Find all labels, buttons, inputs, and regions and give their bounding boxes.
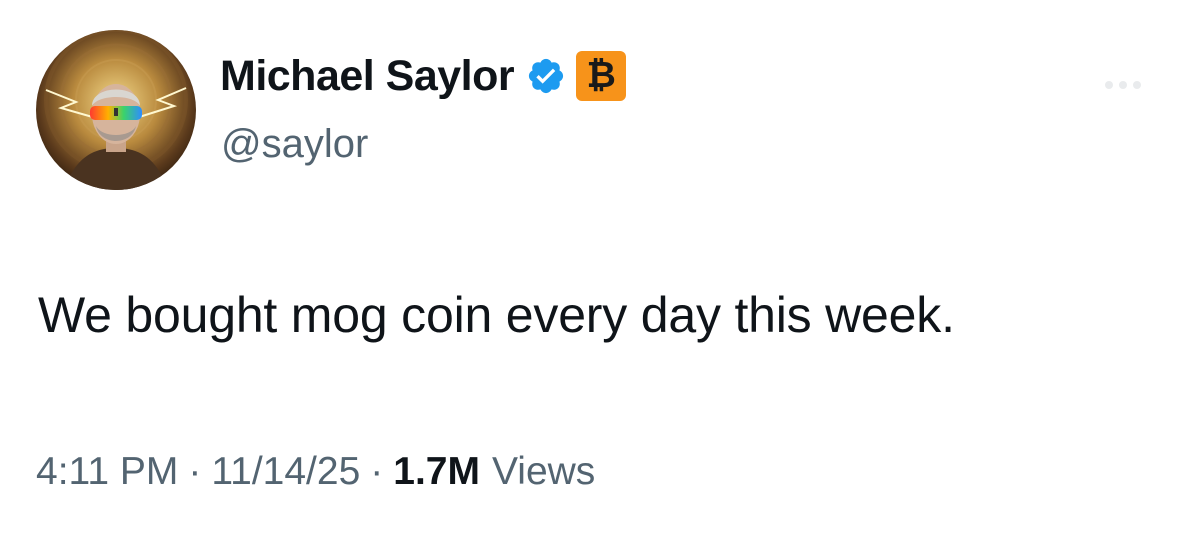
more-options-icon[interactable]: [1105, 78, 1141, 92]
views-label[interactable]: Views: [492, 450, 595, 494]
tweet-text: We bought mog coin every day this week.: [38, 287, 955, 343]
author-name-row: Michael Saylor ₿: [220, 46, 627, 106]
bitcoin-badge-icon: ₿: [576, 51, 627, 101]
views-count[interactable]: 1.7M: [393, 450, 480, 494]
meta-separator: ·: [370, 450, 384, 493]
tweet-time[interactable]: 4:11 PM: [36, 450, 178, 494]
avatar-image: [36, 30, 196, 190]
verified-badge-icon[interactable]: [526, 56, 566, 96]
author-display-name[interactable]: Michael Saylor: [220, 52, 515, 101]
meta-separator: ·: [188, 450, 202, 493]
tweet-meta: 4:11 PM · 11/14/25 · 1.7M Views: [36, 450, 595, 494]
author-handle[interactable]: @saylor: [221, 122, 368, 167]
avatar[interactable]: [36, 30, 196, 190]
tweet-date[interactable]: 11/14/25: [211, 450, 360, 494]
